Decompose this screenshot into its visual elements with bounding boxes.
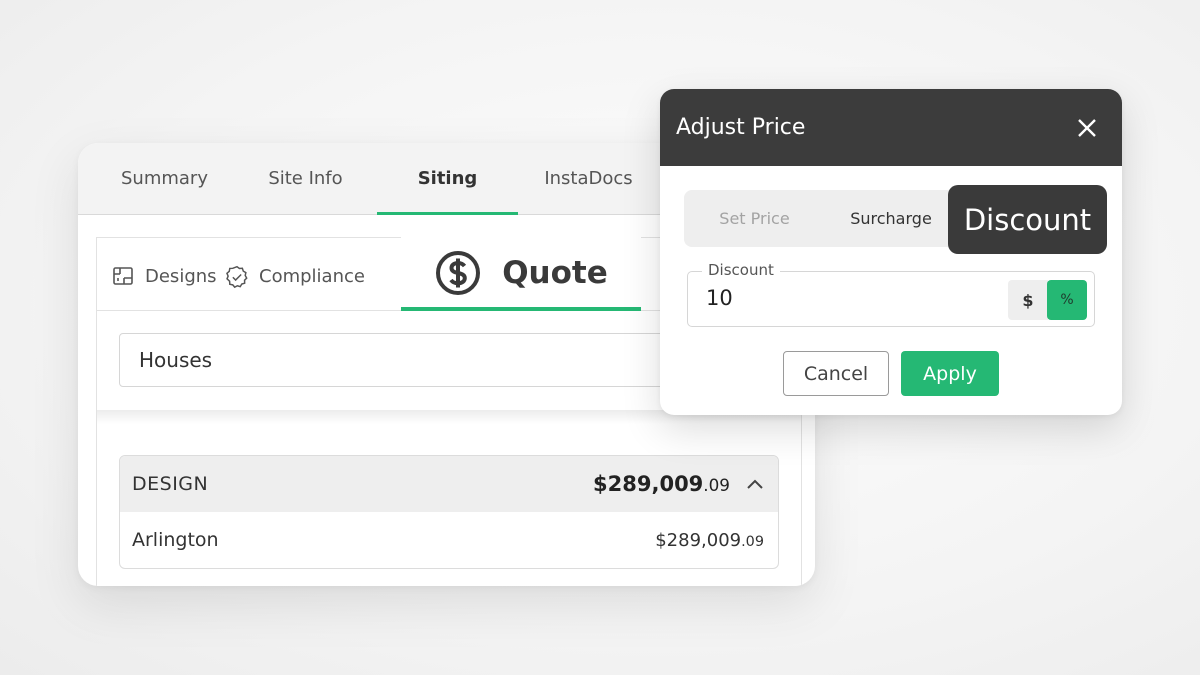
design-row: Arlington $289,009.09 (120, 512, 778, 568)
segment-set-price[interactable]: Set Price (684, 190, 825, 247)
design-price: $289,009.09 (655, 529, 764, 551)
apply-button[interactable]: Apply (901, 351, 999, 396)
chevron-up-icon[interactable] (746, 478, 764, 490)
house-search-input[interactable]: Houses (119, 333, 679, 387)
dialog-header: Adjust Price (660, 89, 1122, 166)
discount-field-label: Discount (702, 261, 780, 279)
design-name: Arlington (132, 529, 219, 551)
subtab-quote[interactable]: Quote (401, 236, 641, 311)
unit-percent-button[interactable]: % (1047, 280, 1087, 320)
cancel-button[interactable]: Cancel (783, 351, 889, 396)
subtab-designs-label: Designs (145, 265, 217, 287)
tab-instadocs[interactable]: InstaDocs (518, 143, 659, 214)
subtab-compliance[interactable]: Compliance (225, 261, 365, 291)
subtab-compliance-label: Compliance (259, 265, 365, 287)
subtab-quote-label: Quote (502, 255, 608, 291)
design-section-label: DESIGN (132, 473, 209, 495)
tab-siting[interactable]: Siting (377, 143, 518, 215)
tab-site-info[interactable]: Site Info (235, 143, 376, 214)
search-value: Houses (139, 348, 213, 372)
design-total-price: $289,009.09 (593, 472, 730, 496)
discount-input[interactable]: 10 (706, 286, 733, 310)
segment-discount[interactable]: Discount (948, 185, 1107, 254)
discount-field: Discount 10 $ % (687, 261, 1095, 327)
close-icon[interactable] (1072, 113, 1102, 143)
compliance-badge-icon (225, 264, 249, 289)
dialog-title: Adjust Price (676, 115, 806, 140)
tab-summary[interactable]: Summary (94, 143, 235, 214)
designs-icon (111, 264, 135, 288)
price-mode-segmented-control: Set Price Surcharge (684, 190, 954, 247)
design-section-header[interactable]: DESIGN $289,009.09 (120, 456, 778, 512)
adjust-price-dialog: Adjust Price Set Price Surcharge Discoun… (660, 89, 1122, 415)
unit-dollar-button[interactable]: $ (1008, 280, 1048, 320)
subtab-designs[interactable]: Designs (111, 261, 217, 291)
design-section: DESIGN $289,009.09 Arlington $289,009.09 (119, 455, 779, 569)
segment-surcharge[interactable]: Surcharge (824, 190, 958, 247)
dollar-circle-icon (434, 249, 482, 297)
